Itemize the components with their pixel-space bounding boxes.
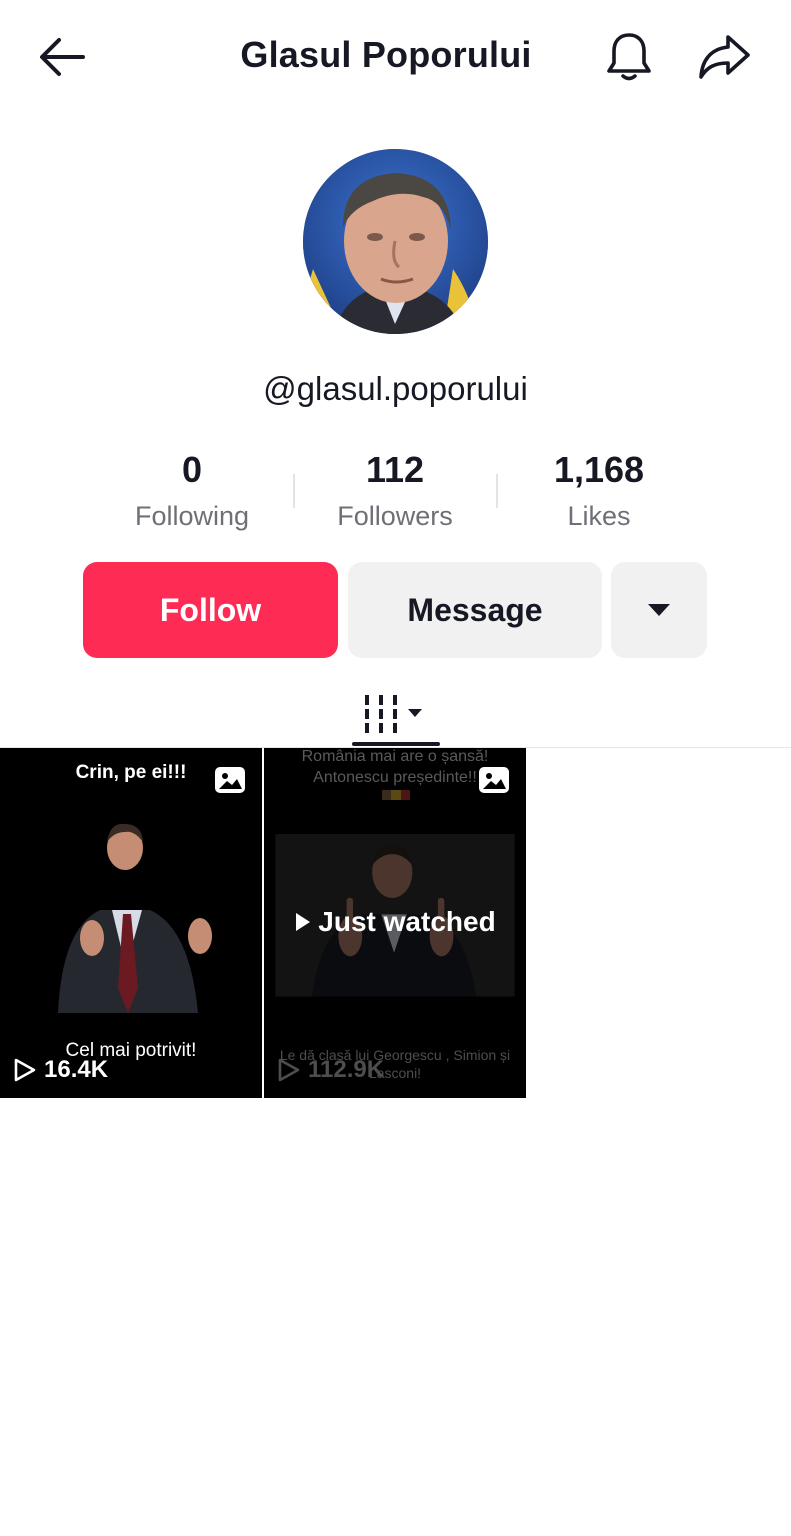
stat-followers[interactable]: 112 Followers [295,448,495,532]
likes-count: 1,168 [553,449,645,490]
play-count-row: 16.4K [12,1056,108,1084]
romania-flag-icon [382,790,410,800]
play-count: 112.9K [308,1056,385,1083]
grid-columns-icon [365,695,422,733]
video-tile[interactable]: Crin, pe ei!!! Cel mai potrivit! 16.4K [0,748,262,1098]
followers-label: Followers [337,501,453,531]
message-button[interactable]: Message [348,562,602,658]
following-count: 0 [181,449,203,490]
active-tab-indicator [352,742,440,746]
just-watched-label: Just watched [264,906,526,938]
play-count-row: 112.9K [276,1056,384,1084]
back-button[interactable] [34,32,90,82]
followers-count: 112 [365,449,425,490]
profile-avatar[interactable] [303,149,488,334]
stat-following[interactable]: 0 Following [92,448,292,532]
photo-icon [215,767,245,793]
stat-likes[interactable]: 1,168 Likes [499,448,699,532]
notification-button[interactable] [602,30,656,84]
stat-divider [496,474,498,508]
just-watched-text: Just watched [318,906,496,937]
bell-icon [607,33,651,81]
following-label: Following [134,501,250,531]
arrow-left-icon [40,38,85,76]
follow-button[interactable]: Follow [83,562,338,658]
play-icon [14,1058,36,1082]
play-count: 16.4K [44,1056,109,1083]
share-arrow-icon [699,35,750,79]
avatar-portrait [303,149,488,334]
play-icon [278,1058,300,1082]
top-bar: Glasul Poporului [0,0,791,112]
page-title: Glasul Poporului [240,34,532,75]
play-icon [296,913,311,931]
content-tabs [0,672,791,748]
caret-down-icon [648,604,670,616]
video-tile[interactable]: România mai are o șansă! Antonescu preșe… [264,748,526,1098]
share-button[interactable] [696,30,752,84]
profile-stats: 0 Following 112 Followers 1,168 Likes [90,448,701,538]
profile-actions: Follow Message [0,562,791,658]
likes-label: Likes [567,501,631,531]
photo-icon [479,767,509,793]
profile-username: @glasul.poporului [263,370,528,407]
more-options-button[interactable] [611,562,707,658]
tab-videos[interactable] [352,680,440,748]
video-thumbnail [0,818,262,1013]
video-grid: Crin, pe ei!!! Cel mai potrivit! 16.4K R… [0,748,791,1098]
